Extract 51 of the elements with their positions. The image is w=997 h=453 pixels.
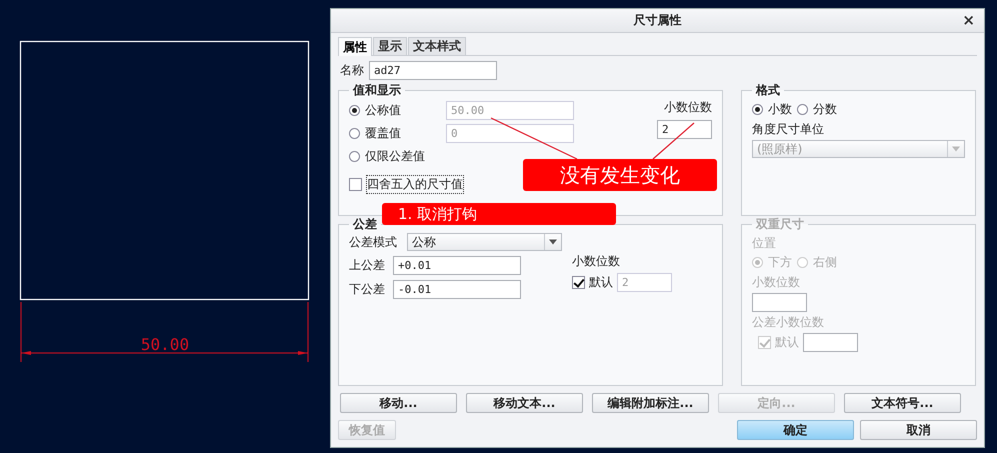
field-label: 名称 [340, 62, 364, 79]
close-button[interactable]: × [959, 11, 978, 29]
tolerance-mode-dropdown[interactable]: 公称 [407, 233, 562, 251]
decimals-field[interactable]: 2 [657, 120, 712, 139]
radio-button[interactable] [349, 151, 360, 162]
radio-label: 公称值 [365, 102, 402, 119]
radio-button[interactable] [349, 105, 360, 116]
checkbox-label: 四舍五入的尺寸值 [367, 176, 463, 193]
action-button[interactable]: 移动文本... [466, 393, 583, 413]
checkbox[interactable] [349, 178, 362, 191]
dimension-text: 50.00 [140, 335, 190, 354]
upper-tolerance-field[interactable]: +0.01 [393, 256, 521, 275]
action-button[interactable]: 移动... [340, 393, 457, 413]
checkbox-label: 默认 [775, 334, 799, 351]
group-title: 格式 [754, 82, 781, 99]
annotation-callout: 没有发生变化 [523, 159, 717, 191]
radio-label: 小数 [768, 101, 792, 118]
ok-button[interactable]: 确定 [737, 420, 854, 440]
field-label: 上公差 [349, 257, 386, 274]
radio-label: 右侧 [813, 254, 837, 271]
checkbox-label: 默认 [589, 274, 613, 291]
field-label: 公差模式 [349, 234, 398, 250]
field-label: 小数位数 [664, 99, 712, 116]
radio-label: 下方 [768, 254, 792, 271]
radio-button[interactable] [797, 104, 808, 115]
radio-label: 仅限公差值 [365, 148, 426, 165]
field-label: 下公差 [349, 281, 386, 298]
action-button[interactable]: 文本符号... [844, 393, 961, 413]
tab[interactable]: 文本样式 [408, 37, 466, 55]
leader-line [652, 122, 694, 160]
checkbox[interactable] [572, 276, 585, 289]
radio-label: 覆盖值 [365, 125, 402, 142]
radio-button[interactable] [349, 128, 360, 139]
radio-button[interactable] [752, 104, 763, 115]
window-title: 尺寸属性 [634, 12, 682, 29]
tab[interactable]: 显示 [373, 37, 407, 55]
field-label: 角度尺寸单位 [752, 121, 825, 138]
group-title: 值和显示 [352, 82, 402, 99]
field-label: 位置 [752, 235, 777, 252]
tab[interactable]: 属性 [338, 37, 372, 56]
group-title: 双重尺寸 [754, 216, 805, 233]
cancel-button[interactable]: 取消 [860, 420, 977, 440]
annotation-callout: 1. 取消打钩 [382, 203, 616, 225]
action-button[interactable]: 编辑附加标注... [592, 393, 709, 413]
lower-tolerance-field[interactable]: -0.01 [393, 280, 521, 299]
field-label: 公差小数位数 [752, 314, 825, 331]
group-title: 公差 [352, 216, 378, 233]
field-label: 小数位数 [572, 253, 621, 270]
field-label: 小数位数 [752, 274, 801, 291]
name-field[interactable]: ad27 [369, 61, 497, 80]
radio-label: 分数 [813, 101, 837, 118]
